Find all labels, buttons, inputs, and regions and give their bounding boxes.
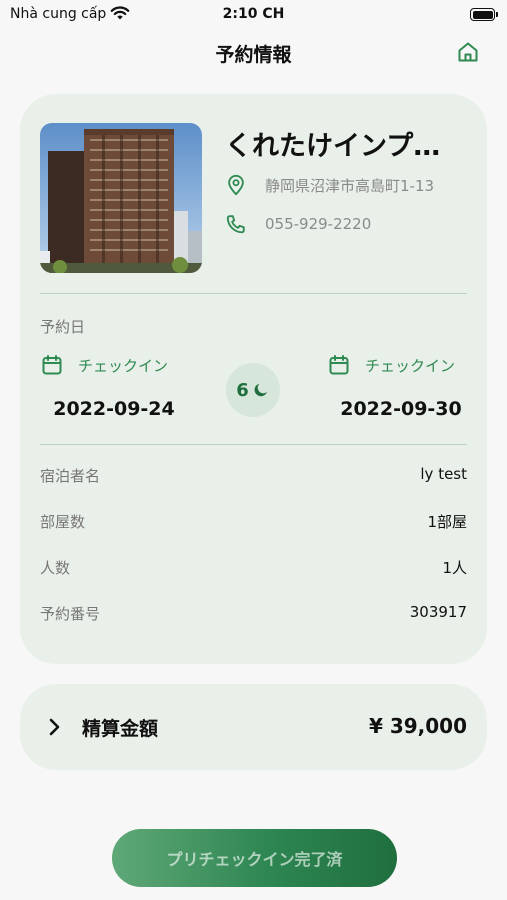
- total-label: 精算金額: [82, 718, 159, 740]
- detail-row-guests: 人数 1人: [40, 557, 467, 581]
- hotel-name: くれたけインプ…: [225, 131, 441, 162]
- home-icon[interactable]: [456, 40, 480, 64]
- section-label-reservation-date: 予約日: [40, 318, 86, 336]
- moon-icon: [254, 383, 267, 397]
- chevron-right-icon: [49, 718, 60, 736]
- reservation-card: くれたけインプ… 静岡県沼津市高島町1-13 055-929-2220 予約日 …: [20, 94, 487, 664]
- detail-row-guest-name: 宿泊者名 ly test: [40, 465, 467, 489]
- location-pin-icon: [228, 174, 244, 196]
- address-row[interactable]: 静岡県沼津市高島町1-13: [225, 172, 434, 198]
- phone-icon: [226, 215, 245, 234]
- status-time: 2:10 CH: [222, 6, 285, 22]
- checkin-date: 2022-09-24: [53, 398, 175, 420]
- detail-value: ly test: [420, 465, 467, 483]
- total-value: ¥ 39,000: [368, 714, 467, 738]
- detail-label: 部屋数: [40, 513, 86, 531]
- phone-row[interactable]: 055-929-2220: [225, 211, 371, 237]
- detail-row-rooms: 部屋数 1部屋: [40, 511, 467, 535]
- checkin-label: チェックイン: [78, 356, 169, 375]
- divider: [40, 293, 467, 294]
- nights-badge: 6: [226, 363, 280, 417]
- detail-row-reservation-number: 予約番号 303917: [40, 603, 467, 627]
- detail-value: 1部屋: [427, 513, 467, 531]
- battery-icon: [470, 8, 498, 21]
- precheckin-complete-button[interactable]: プリチェックイン完了済: [112, 829, 397, 887]
- detail-label: 予約番号: [40, 605, 101, 623]
- divider: [40, 444, 467, 445]
- detail-label: 宿泊者名: [40, 467, 101, 485]
- payment-total-row[interactable]: 精算金額 ¥ 39,000: [20, 684, 487, 770]
- checkout-label: チェックイン: [365, 356, 456, 375]
- status-bar: Nhà cung cấp 2:10 CH: [0, 0, 507, 30]
- calendar-icon: [329, 355, 349, 375]
- nights-count: 6: [236, 379, 249, 401]
- calendar-icon: [42, 355, 62, 375]
- detail-label: 人数: [40, 559, 71, 577]
- hotel-address: 静岡県沼津市高島町1-13: [265, 176, 435, 195]
- page-title: 予約情報: [215, 44, 292, 66]
- detail-value: 303917: [409, 603, 467, 621]
- hotel-phone: 055-929-2220: [265, 215, 372, 233]
- hotel-photo: [40, 123, 202, 273]
- checkout-block: チェックイン 2022-09-30: [327, 352, 487, 420]
- checkin-block: チェックイン 2022-09-24: [40, 352, 200, 420]
- detail-value: 1人: [442, 559, 467, 577]
- precheckin-button-label: プリチェックイン完了済: [166, 850, 343, 869]
- checkout-date: 2022-09-30: [340, 398, 462, 420]
